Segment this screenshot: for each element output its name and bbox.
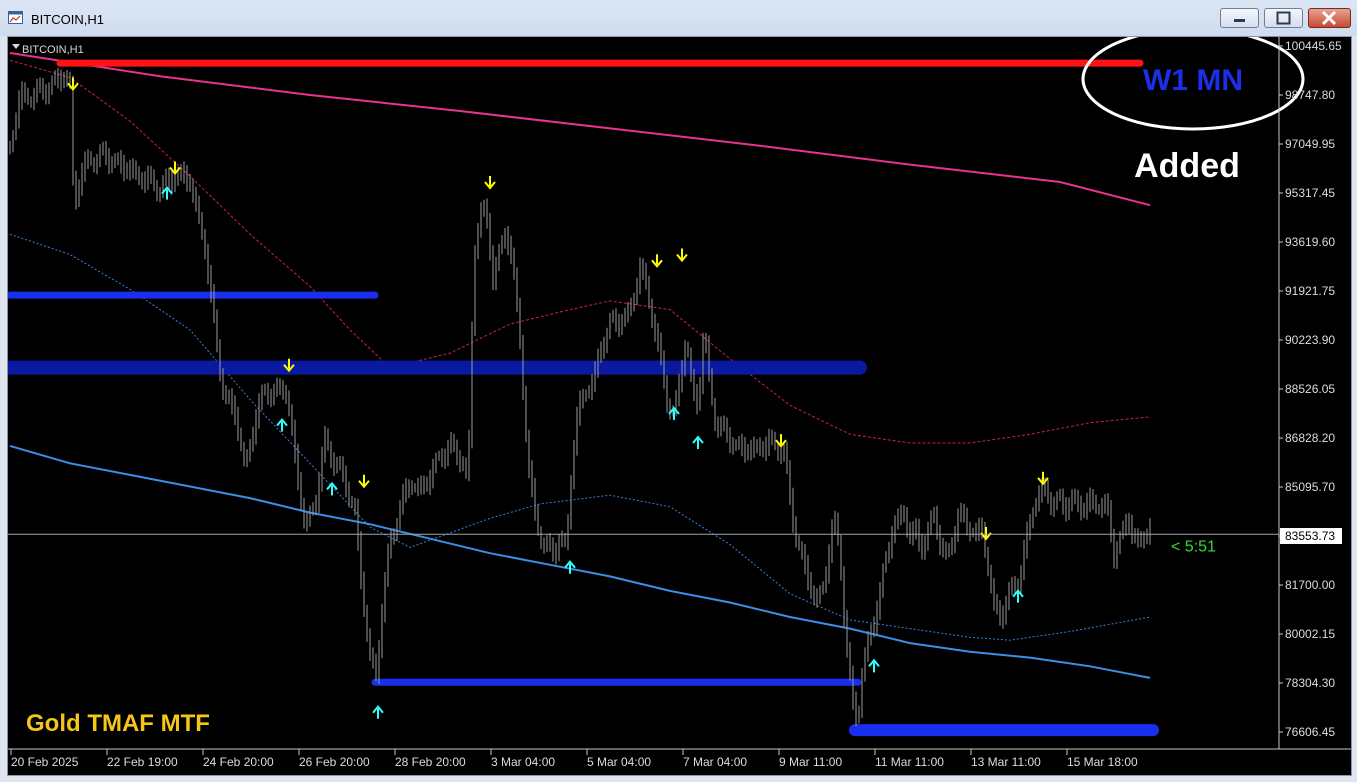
close-icon [1321,10,1337,26]
buy-arrow-icon [372,705,384,719]
time-tick-label: 22 Feb 19:00 [107,755,178,769]
band-line-1 [9,52,1151,207]
time-tick-label: 9 Mar 11:00 [779,755,842,769]
time-tick-label: 24 Feb 20:00 [203,755,274,769]
time-tick-label: 28 Feb 20:00 [395,755,466,769]
buy-arrow-icon [326,481,338,496]
price-tick-label: 86828.20 [1285,431,1335,445]
buy-arrow-icon [276,418,288,432]
sell-arrow-icon [1037,471,1049,486]
sell-arrow-icon [484,176,496,190]
chart-area[interactable]: BITCOIN,H1 W1 MN Added Gold TMAF MTF < 5… [3,27,1352,776]
time-tick-label: 15 Mar 18:00 [1067,755,1138,769]
chart-window-icon [8,11,23,24]
price-tick-label: 88526.05 [1285,382,1335,396]
sell-arrow-icon [358,474,370,489]
time-tick-label: 5 Mar 04:00 [587,755,651,769]
chart-symbol-label: BITCOIN,H1 [22,44,84,56]
time-tick-label: 3 Mar 04:00 [491,755,555,769]
price-tick-label: 90223.90 [1285,333,1335,347]
window-title: BITCOIN,H1 [31,12,104,27]
price-tick-label: 93619.60 [1285,235,1335,249]
time-tick-label: 13 Mar 11:00 [971,755,1041,769]
added-label: Added [1134,147,1240,185]
time-tick-label: 11 Mar 11:00 [875,755,944,769]
time-axis: 20 Feb 2025 22 Feb 19:00 24 Feb 20:00 26 Fe… [10,749,1138,769]
minimize-button[interactable] [1220,8,1259,28]
price-tick-label: 97049.95 [1285,137,1335,151]
price-tick-label: 85095.70 [1285,480,1335,494]
price-chart[interactable]: BITCOIN,H1 W1 MN Added Gold TMAF MTF < 5… [3,27,1351,775]
minimize-icon [1234,19,1245,22]
price-tick-label: 83553.73 [1285,529,1335,543]
price-tick-label: 76606.45 [1285,725,1335,739]
price-tick-label: 100445.65 [1285,39,1342,53]
maximize-icon [1276,11,1291,25]
band-line-4 [9,444,1151,679]
price-tick-label: 95317.45 [1285,186,1335,200]
price-tick-label: 98747.80 [1285,88,1335,102]
price-tick-label: 78304.30 [1285,676,1335,690]
buy-arrow-icon [692,435,704,450]
band-line-2 [9,59,1151,444]
price-tick-label: 80002.15 [1285,627,1335,641]
price-tick-label: 81700.00 [1285,578,1335,592]
price-tick-label: 91921.75 [1285,284,1335,298]
buy-arrow-icon [868,658,880,673]
close-button[interactable] [1308,8,1351,28]
timeframe-label: W1 MN [1143,64,1243,97]
price-axis: 100445.65 98747.80 97049.95 95317.45 93619.6… [1279,39,1342,739]
time-tick-label: 7 Mar 04:00 [683,755,747,769]
sell-arrow-icon [676,248,688,263]
time-tick-label: 26 Feb 20:00 [299,755,370,769]
indicator-name-label: Gold TMAF MTF [26,710,210,737]
sell-arrow-icon [651,254,663,268]
maximize-button[interactable] [1264,8,1303,28]
window-titlebar: BITCOIN,H1 [0,0,1357,36]
time-tick-label: 20 Feb 2025 [11,755,79,769]
bar-countdown: < 5:51 [1171,538,1216,555]
